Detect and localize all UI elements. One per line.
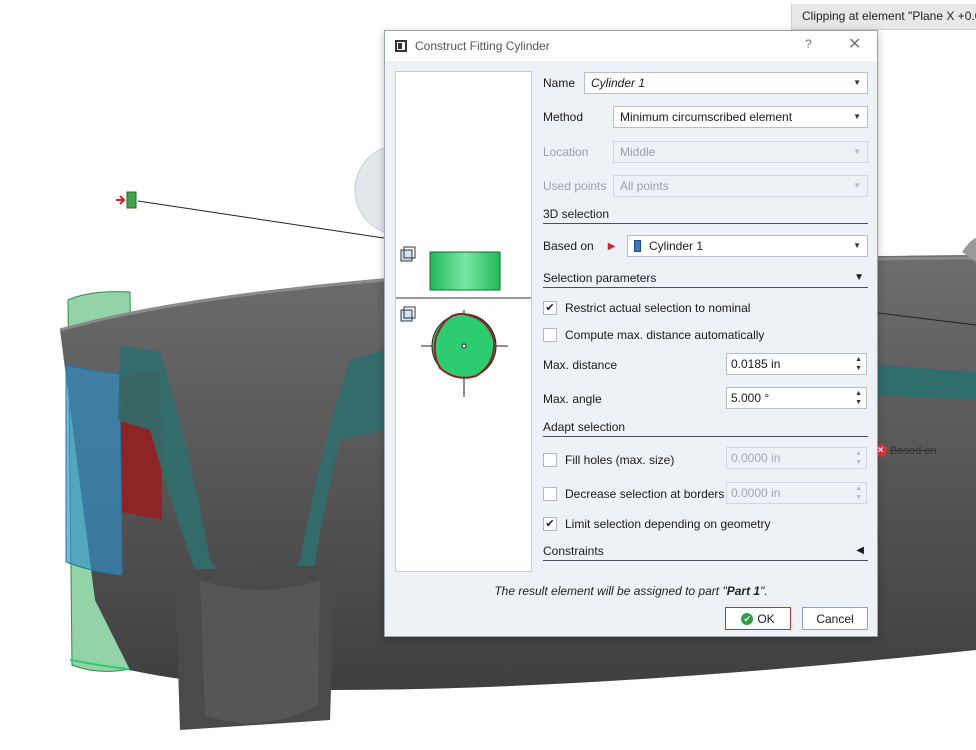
triangle-down-icon[interactable]: ▼	[854, 272, 864, 283]
chevron-down-icon[interactable]: ▼	[853, 112, 861, 121]
decrease-checkbox[interactable]	[543, 487, 557, 501]
used-points-label: Used points	[543, 179, 607, 193]
compute-max-checkbox-row[interactable]: Compute max. distance automatically	[543, 326, 764, 344]
based-on-label: Based on	[543, 239, 594, 253]
result-part-name: Part 1	[726, 584, 761, 598]
max-distance-label: Max. distance	[543, 358, 618, 372]
cube-icon	[400, 306, 416, 322]
triangle-right-icon: ▶	[607, 240, 616, 252]
decrease-row[interactable]: Decrease selection at borders	[543, 485, 724, 503]
name-label: Name	[543, 76, 576, 90]
compute-max-label: Compute max. distance automatically	[565, 328, 765, 342]
section-constraints[interactable]: Constraints ◀	[543, 541, 868, 561]
section-adapt-selection: Adapt selection	[543, 417, 868, 437]
chevron-down-icon[interactable]: ▼	[853, 241, 861, 250]
name-row: Name	[543, 72, 575, 94]
location-select: Middle ▼	[613, 141, 868, 163]
spin-arrows-icon[interactable]: ▲ ▼	[855, 389, 862, 407]
fill-holes-label: Fill holes (max. size)	[565, 453, 675, 467]
construct-fitting-cylinder-dialog: Construct Fitting Cylinder ? ✕ Name Cyli…	[384, 30, 878, 637]
dialog-titlebar[interactable]: Construct Fitting Cylinder ? ✕	[385, 31, 877, 61]
preview-graphics	[396, 246, 531, 397]
restrict-checkbox-row[interactable]: ✔ Restrict actual selection to nominal	[543, 299, 750, 317]
close-icon[interactable]: ✕	[848, 34, 861, 54]
used-points-row: Used points	[543, 175, 606, 197]
result-assignment-text: The result element will be assigned to p…	[494, 584, 768, 598]
compute-max-checkbox[interactable]	[543, 328, 557, 342]
chevron-down-icon[interactable]: ▼	[853, 78, 861, 87]
based-on-select[interactable]: Cylinder 1 ▼	[627, 235, 868, 257]
limit-row[interactable]: ✔ Limit selection depending on geometry	[543, 515, 770, 533]
restrict-checkbox[interactable]: ✔	[543, 301, 557, 315]
ok-check-icon: ✔	[741, 612, 754, 625]
spin-arrows-icon: ▲ ▼	[855, 450, 862, 466]
location-row: Location	[543, 141, 588, 163]
max-angle-row: Max. angle	[543, 388, 602, 410]
spin-arrows-icon: ▲ ▼	[855, 485, 862, 501]
section-selection-parameters[interactable]: Selection parameters ▼	[543, 268, 868, 288]
dialog-title: Construct Fitting Cylinder	[415, 39, 550, 53]
limit-checkbox[interactable]: ✔	[543, 517, 557, 531]
max-distance-row: Max. distance	[543, 354, 617, 376]
spin-arrows-icon[interactable]: ▲ ▼	[855, 355, 862, 373]
location-label: Location	[543, 145, 589, 159]
limit-label: Limit selection depending on geometry	[565, 517, 771, 531]
fill-holes-row[interactable]: Fill holes (max. size)	[543, 451, 674, 469]
triangle-left-icon[interactable]: ◀	[856, 545, 864, 556]
ok-button[interactable]: ✔ OK	[725, 607, 791, 630]
cube-icon	[400, 246, 416, 262]
decrease-label: Decrease selection at borders	[565, 487, 725, 501]
method-select[interactable]: Minimum circumscribed element ▼	[613, 106, 868, 128]
decrease-input: 0.0000 in ▲ ▼	[726, 482, 867, 504]
fill-holes-checkbox[interactable]	[543, 453, 557, 467]
method-row: Method	[543, 106, 583, 128]
help-icon[interactable]: ?	[805, 37, 812, 51]
preview-pane	[395, 71, 532, 572]
used-points-select: All points ▼	[613, 175, 868, 197]
max-distance-input[interactable]: 0.0185 in ▲ ▼	[726, 353, 867, 375]
checkmark-icon: ✔	[545, 302, 555, 314]
based-on-tag[interactable]: × Based on	[874, 444, 936, 457]
method-label: Method	[543, 110, 584, 124]
cancel-button[interactable]: Cancel	[802, 607, 868, 630]
restrict-label: Restrict actual selection to nominal	[565, 301, 751, 315]
chevron-down-icon: ▼	[853, 181, 861, 190]
chevron-down-icon: ▼	[853, 147, 861, 156]
name-field[interactable]: Cylinder 1 ▼	[584, 72, 868, 94]
max-angle-label: Max. angle	[543, 392, 602, 406]
checkmark-icon: ✔	[545, 518, 555, 530]
dialog-window-icon	[395, 40, 407, 52]
max-angle-input[interactable]: 5.000 ° ▲ ▼	[726, 387, 867, 409]
section-3d-selection: 3D selection	[543, 204, 868, 224]
fill-holes-input: 0.0000 in ▲ ▼	[726, 447, 867, 469]
based-on-row: Based on ▶	[543, 235, 627, 257]
clipping-banner: Clipping at element "Plane X +0.00	[791, 4, 976, 30]
based-on-tag-label: Based on	[890, 444, 937, 457]
cylinder-icon	[634, 240, 641, 252]
